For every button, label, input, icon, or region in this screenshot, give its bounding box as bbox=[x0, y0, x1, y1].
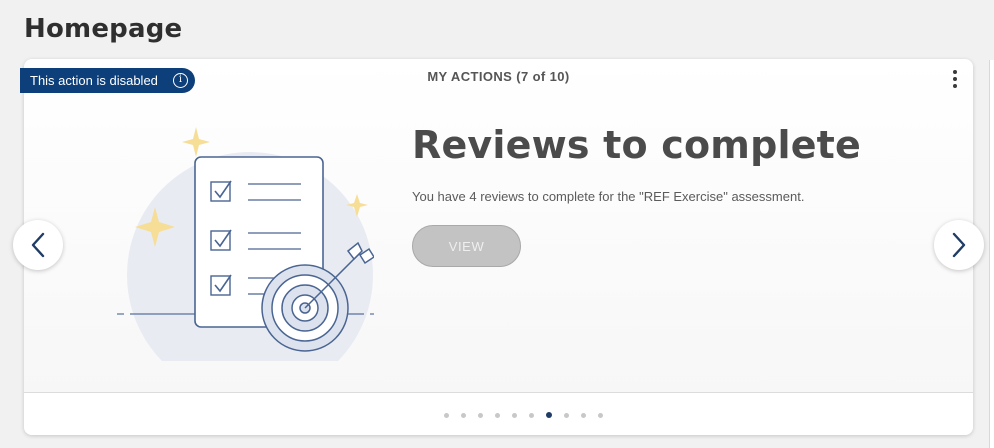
carousel-prev-button[interactable] bbox=[13, 220, 63, 270]
carousel-dot[interactable] bbox=[495, 412, 500, 418]
chevron-right-icon bbox=[952, 232, 966, 258]
chevron-left-icon bbox=[31, 232, 45, 258]
kebab-menu-icon[interactable] bbox=[947, 67, 963, 91]
disabled-badge-label: This action is disabled bbox=[30, 73, 158, 88]
page-title: Homepage bbox=[24, 14, 183, 44]
next-card-edge bbox=[989, 60, 994, 448]
carousel-dot[interactable] bbox=[564, 412, 569, 418]
carousel-dots bbox=[24, 412, 973, 418]
disabled-action-badge[interactable]: This action is disabled i bbox=[20, 68, 195, 93]
carousel-dot[interactable] bbox=[444, 412, 449, 418]
view-button[interactable]: VIEW bbox=[412, 225, 521, 267]
info-icon[interactable]: i bbox=[173, 73, 188, 88]
kebab-dot bbox=[953, 77, 957, 81]
action-description: You have 4 reviews to complete for the "… bbox=[412, 189, 805, 204]
checklist-target-illustration bbox=[117, 127, 374, 361]
kebab-dot bbox=[953, 84, 957, 88]
carousel-dot[interactable] bbox=[581, 412, 586, 418]
carousel-dot[interactable] bbox=[546, 412, 552, 418]
carousel-dot[interactable] bbox=[512, 412, 517, 418]
my-actions-card: MY ACTIONS (7 of 10) Reviews to complete… bbox=[24, 59, 973, 435]
carousel-next-button[interactable] bbox=[934, 220, 984, 270]
carousel-dot[interactable] bbox=[478, 412, 483, 418]
carousel-dot[interactable] bbox=[598, 412, 603, 418]
kebab-dot bbox=[953, 70, 957, 74]
carousel-dot[interactable] bbox=[461, 412, 466, 418]
homepage: Homepage MY ACTIONS (7 of 10) Reviews to… bbox=[0, 0, 994, 448]
card-footer bbox=[24, 392, 973, 435]
carousel-dot[interactable] bbox=[529, 412, 534, 418]
action-headline: Reviews to complete bbox=[412, 123, 862, 167]
